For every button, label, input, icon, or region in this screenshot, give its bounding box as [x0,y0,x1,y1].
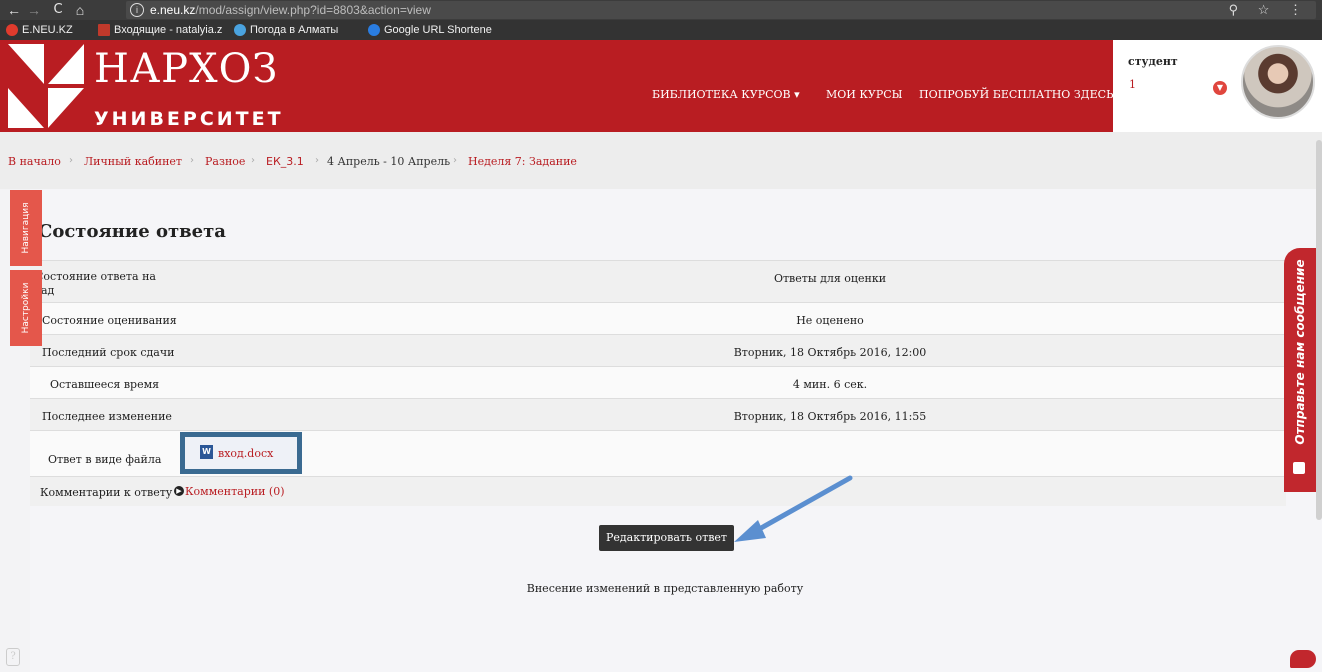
page-title: Состояние ответа [38,221,226,242]
narxoz-logo-icon [8,44,84,128]
bookmarks-bar: E.NEU.KZ Входящие - natalyia.z Погода в … [0,20,1322,40]
grading-status-value: Не оценено [796,314,864,327]
breadcrumb-separator: › [251,155,255,166]
site-logo[interactable]: НАРХОЗ УНИВЕРСИТЕТ [8,42,281,130]
tab-navigation-label: Навигация [21,202,31,254]
logo-subtitle: УНИВЕРСИТЕТ [94,108,284,130]
bookmark-google-shortener[interactable]: Google URL Shortene [368,23,492,37]
time-left-value: 4 мин. 6 сек. [792,378,868,391]
weather-icon [234,24,246,36]
home-icon[interactable]: ⌂ [72,2,88,18]
forward-icon[interactable]: → [26,2,42,18]
user-role: студент [1128,55,1178,68]
bookmark-label: E.NEU.KZ [22,24,73,36]
edit-submission-description: Внесение изменений в представленную рабо… [526,582,804,595]
edit-submission-button[interactable]: Редактировать ответ [599,525,734,551]
breadcrumb-separator: › [69,155,73,166]
user-number: 1 [1129,78,1136,91]
info-icon[interactable]: i [130,3,144,17]
last-modified-label: Последнее изменение [42,410,172,423]
tab-settings[interactable]: Настройки [10,270,42,346]
address-url[interactable]: e.neu.kz/mod/assign/view.php?id=8803&act… [150,3,431,17]
logo-title: НАРХОЗ [94,46,279,92]
page-scrollbar[interactable] [1316,140,1322,520]
table-row: Последний срок сдачи Вторник, 18 Октябрь… [30,334,1286,366]
breadcrumb-separator: › [453,155,457,166]
bookmark-label: Google URL Shortene [384,24,492,36]
due-date-value: Вторник, 18 Октябрь 2016, 12:00 [733,346,927,359]
submission-status-value: Ответы для оценки [773,272,887,285]
avatar[interactable] [1241,45,1315,119]
breadcrumb-period: 4 Апрель - 10 Апрель [327,155,451,168]
pointer-arrow-icon [734,475,853,542]
bookmark-weather[interactable]: Погода в Алматы [234,23,338,37]
user-dropdown-icon[interactable]: ▼ [1213,81,1227,95]
breadcrumb-task[interactable]: Неделя 7: Задание [468,155,577,168]
due-date-label: Последний срок сдачи [42,346,175,359]
breadcrumb-separator: › [315,155,319,166]
comments-expand-icon[interactable]: ▶ [174,486,184,496]
comments-label: Комментарии к ответу [40,486,173,499]
breadcrumb-cabinet[interactable]: Личный кабинет [84,155,182,168]
gmail-icon [98,24,110,36]
file-submission-label: Ответ в виде файла [48,453,162,466]
tab-navigation[interactable]: Навигация [10,190,42,266]
submitted-file-highlight: W вход.docx [180,432,302,474]
url-path: /mod/assign/view.php?id=8803&action=view [195,3,431,17]
bookmark-inbox[interactable]: Входящие - natalyia.z [98,23,222,37]
nav-try-free[interactable]: ПОПРОБУЙ БЕСПЛАТНО ЗДЕСЬ! [919,88,1118,101]
user-menu[interactable]: студент 1 ▼ [1113,40,1322,132]
bookmark-eneu[interactable]: E.NEU.KZ [6,23,73,37]
tab-settings-label: Настройки [21,282,31,334]
last-modified-value: Вторник, 18 Октябрь 2016, 11:55 [733,410,927,423]
time-left-label: Оставшееся время [50,378,160,391]
feedback-tab[interactable]: Отправьте нам сообщение [1284,248,1316,492]
eneu-icon [6,24,18,36]
address-bar[interactable]: i e.neu.kz/mod/assign/view.php?id=8803&a… [126,1,1316,19]
reload-icon[interactable]: C [50,2,66,18]
breadcrumb-misc[interactable]: Разное [205,155,245,168]
google-icon [368,24,380,36]
zoom-star-menu-icons[interactable]: ⚲ ☆ ⋮ [1229,2,1310,18]
nav-my-courses[interactable]: МОИ КУРСЫ [826,88,902,101]
table-row: Оставшееся время 4 мин. 6 сек. [30,366,1286,398]
breadcrumb-course[interactable]: ЕК_3.1 [266,155,304,168]
breadcrumb-separator: › [190,155,194,166]
table-row: Последнее изменение Вторник, 18 Октябрь … [30,398,1286,430]
comments-link[interactable]: Комментарии (0) [185,485,285,498]
help-icon[interactable]: ? [6,648,20,666]
table-row: Состояние оценивания Не оценено [30,302,1286,334]
back-icon[interactable]: ← [6,2,22,18]
breadcrumb-home[interactable]: В начало [8,155,61,168]
submitted-file-link[interactable]: вход.docx [218,447,273,460]
envelope-icon [1293,462,1305,474]
url-host: e.neu.kz [150,3,196,17]
nav-course-library[interactable]: БИБЛИОТЕКА КУРСОВ ▾ [652,88,800,101]
feedback-tab-label: Отправьте нам сообщение [1293,259,1307,445]
browser-toolbar: ← → C ⌂ i e.neu.kz/mod/assign/view.php?i… [0,0,1322,20]
bookmark-label: Погода в Алматы [250,24,339,36]
chat-bubble-icon[interactable] [1290,650,1316,668]
bookmark-label: Входящие - natalyia.z [114,24,223,36]
grading-status-label: Состояние оценивания [42,314,177,327]
word-document-icon: W [200,445,213,459]
breadcrumb: В начало › Личный кабинет › Разное › ЕК_… [0,132,1322,189]
table-row: Состояние ответа на зад ание Ответы для … [30,260,1286,311]
